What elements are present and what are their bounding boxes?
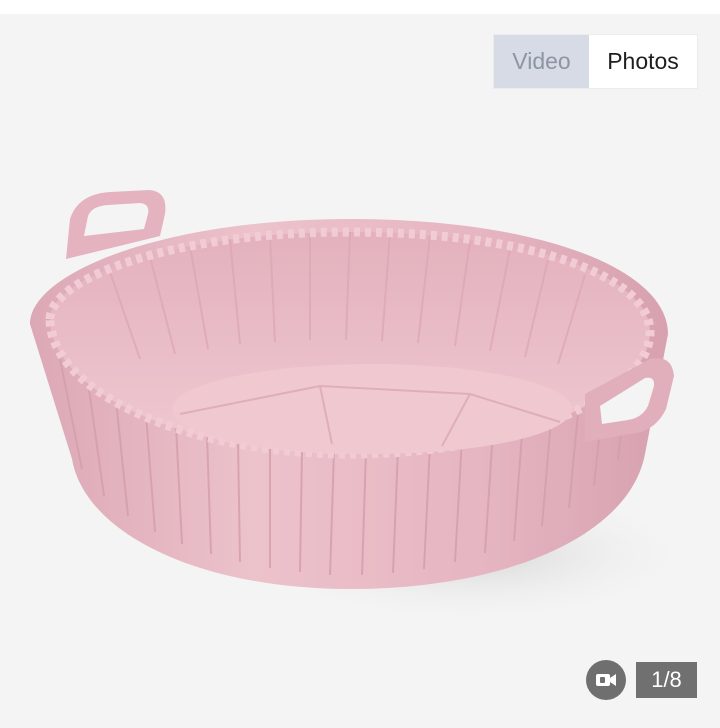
liner-base bbox=[172, 364, 572, 454]
product-image[interactable] bbox=[0, 14, 720, 728]
video-badge-button[interactable] bbox=[586, 660, 626, 700]
tab-video[interactable]: Video bbox=[494, 35, 589, 88]
image-counter: 1/8 bbox=[636, 662, 697, 698]
tab-photos[interactable]: Photos bbox=[589, 35, 697, 88]
media-tabs: Video Photos bbox=[494, 35, 697, 88]
video-camera-icon bbox=[596, 674, 616, 686]
product-media-viewer[interactable]: Video Photos 1/8 bbox=[0, 14, 720, 728]
